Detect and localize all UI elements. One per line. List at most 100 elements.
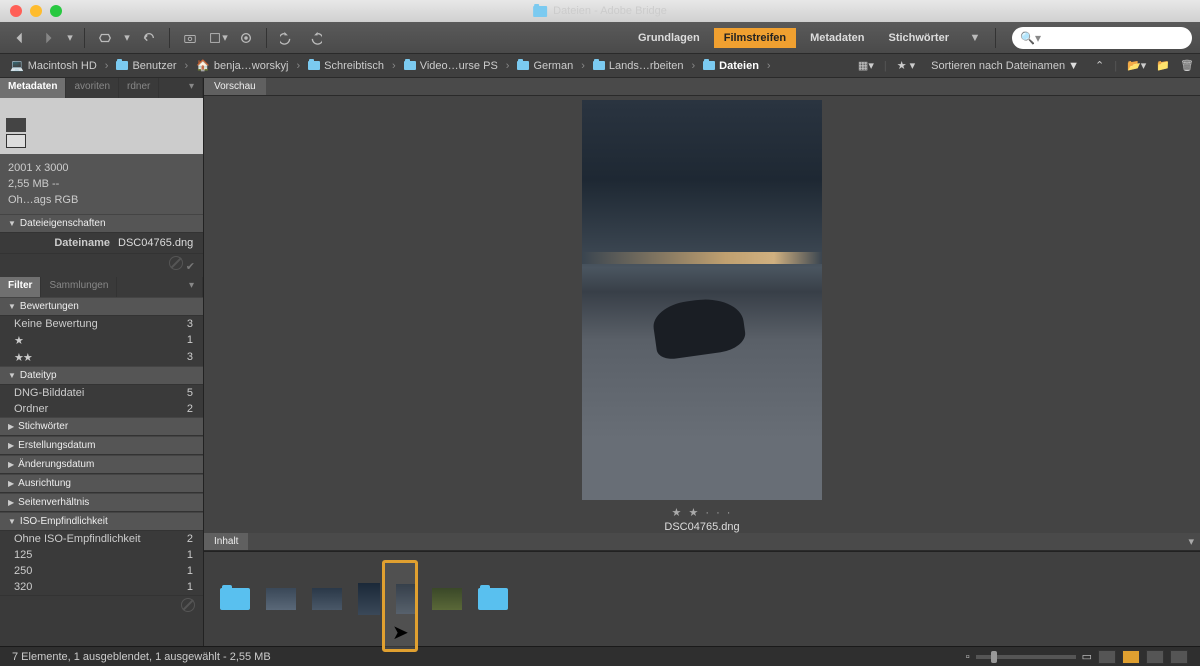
- camera-download-button[interactable]: [178, 27, 202, 49]
- workspace-stichworter[interactable]: Stichwörter: [878, 28, 959, 48]
- path-bar: 💻 Macintosh HD› Benutzer› 🏠 benja…worsky…: [0, 54, 1200, 78]
- content-panel-menu[interactable]: ▾: [1188, 535, 1200, 548]
- open-cr-button[interactable]: [234, 27, 258, 49]
- titlebar: Dateien - Adobe Bridge: [0, 0, 1200, 22]
- open-folder-icon[interactable]: 📂▾: [1127, 59, 1146, 72]
- sort-dropdown[interactable]: Sortieren nach Dateinamen ▼: [925, 58, 1085, 74]
- image-dimensions: 2001 x 3000 2,55 MB -- Oh…ags RGB: [0, 154, 203, 214]
- preview-area[interactable]: ★ ★ · · · DSC04765.dng: [204, 96, 1200, 533]
- zoom-slider[interactable]: [976, 655, 1076, 659]
- preview-filename: DSC04765.dng: [664, 521, 739, 533]
- crumb-users[interactable]: Benutzer: [112, 58, 180, 74]
- filter-iso320[interactable]: 3201: [0, 579, 203, 595]
- workspace-dropdown[interactable]: ▼: [963, 27, 987, 49]
- new-folder-icon[interactable]: 📁: [1156, 59, 1170, 72]
- filter-no-rating[interactable]: Keine Bewertung3: [0, 316, 203, 332]
- sort-asc-icon[interactable]: ⌃: [1095, 59, 1104, 72]
- wb-icon: [6, 134, 26, 148]
- close-window-button[interactable]: [10, 5, 22, 17]
- filter-star1[interactable]: ★1: [0, 332, 203, 349]
- apply-icon[interactable]: ✔: [186, 261, 195, 273]
- rotate-cw-button[interactable]: [303, 27, 327, 49]
- panel-menu[interactable]: ▾: [159, 78, 203, 98]
- view-details-icon[interactable]: [1146, 650, 1164, 664]
- filter-iso[interactable]: ISO-Empfindlichkeit: [0, 512, 203, 531]
- main-toolbar: ▾ ▾ ▾ Grundlagen Filmstreifen Metadaten …: [0, 22, 1200, 54]
- search-icon: 🔍▾: [1020, 31, 1041, 45]
- content-tab[interactable]: Inhalt: [204, 533, 248, 550]
- nav-back-button[interactable]: [8, 27, 32, 49]
- prop-dateiname: Dateiname DSC04765.dng: [0, 233, 203, 253]
- filter-stichworter[interactable]: Stichwörter: [0, 417, 203, 436]
- filter-ausrichtung[interactable]: Ausrichtung: [0, 474, 203, 493]
- crumb-root[interactable]: 💻 Macintosh HD: [6, 57, 101, 74]
- cancel-icon[interactable]: [169, 256, 183, 270]
- filter-star2[interactable]: ★★3: [0, 349, 203, 366]
- recent-dropdown[interactable]: ▾: [121, 27, 133, 49]
- filter-dng[interactable]: DNG-Bilddatei5: [0, 385, 203, 401]
- zoom-out-icon[interactable]: ▫: [966, 651, 970, 663]
- workspace-filmstreifen[interactable]: Filmstreifen: [714, 28, 796, 48]
- crumb-home[interactable]: 🏠 benja…worskyj: [192, 57, 292, 74]
- nav-forward-button[interactable]: [36, 27, 60, 49]
- view-grid-lock-icon[interactable]: [1098, 650, 1116, 664]
- thumb-folder-2[interactable]: [478, 588, 508, 610]
- filmstrip[interactable]: ➤: [204, 552, 1200, 646]
- filter-panel-menu[interactable]: ▾: [117, 277, 203, 297]
- filter-seiten[interactable]: Seitenverhältnis: [0, 493, 203, 512]
- thumb-3[interactable]: [358, 583, 380, 615]
- metering-icon: [6, 118, 26, 132]
- preview-rating[interactable]: ★ ★ · · ·: [672, 506, 733, 519]
- maximize-window-button[interactable]: [50, 5, 62, 17]
- left-sidebar: Metadaten avoriten rdner ▾ ƒ/ 18,01.6 --…: [0, 78, 204, 646]
- thumb-folder-1[interactable]: [220, 588, 250, 610]
- filter-erstell[interactable]: Erstellungsdatum: [0, 436, 203, 455]
- tab-metadaten[interactable]: Metadaten: [0, 78, 66, 98]
- filter-aender[interactable]: Änderungsdatum: [0, 455, 203, 474]
- minimize-window-button[interactable]: [30, 5, 42, 17]
- rotate-ccw-button[interactable]: [275, 27, 299, 49]
- thumb-2[interactable]: [312, 588, 342, 610]
- content-panel: ➤: [204, 551, 1200, 646]
- crumb-7[interactable]: Dateien: [699, 58, 763, 74]
- search-input[interactable]: 🔍▾: [1012, 27, 1192, 49]
- crumb-4[interactable]: Video…urse PS: [400, 58, 502, 74]
- filter-iso250[interactable]: 2501: [0, 563, 203, 579]
- crumb-desktop[interactable]: Schreibtisch: [304, 58, 388, 74]
- filter-iso125[interactable]: 1251: [0, 547, 203, 563]
- folder-icon: [533, 6, 547, 17]
- window-title: Dateien - Adobe Bridge: [533, 5, 667, 17]
- star-filter-icon[interactable]: ★ ▾: [897, 59, 915, 72]
- thumb-5[interactable]: [432, 588, 462, 610]
- zoom-in-icon[interactable]: ▭: [1082, 650, 1092, 663]
- workspace-grundlagen[interactable]: Grundlagen: [628, 28, 710, 48]
- tab-favoriten[interactable]: avoriten: [66, 78, 119, 98]
- filter-ohneiso[interactable]: Ohne ISO-Empfindlichkeit2: [0, 531, 203, 547]
- preview-header: Vorschau: [204, 78, 1200, 96]
- delete-icon[interactable]: 🗑: [1180, 59, 1194, 72]
- preview-tab[interactable]: Vorschau: [204, 78, 266, 95]
- grid-options-icon[interactable]: ▦▾: [858, 59, 874, 72]
- tab-filter[interactable]: Filter: [0, 277, 41, 297]
- crumb-6[interactable]: Lands…rbeiten: [589, 58, 688, 74]
- status-bar: 7 Elemente, 1 ausgeblendet, 1 ausgewählt…: [0, 646, 1200, 666]
- filter-bewertungen[interactable]: Bewertungen: [0, 297, 203, 316]
- tab-ordner[interactable]: rdner: [119, 78, 159, 98]
- section-dateieigenschaften[interactable]: Dateieigenschaften: [0, 214, 203, 233]
- view-list-icon[interactable]: [1170, 650, 1188, 664]
- clear-filter-icon[interactable]: [181, 598, 195, 612]
- selection-highlight: [382, 560, 418, 652]
- crumb-5[interactable]: German: [513, 58, 577, 74]
- reveal-button[interactable]: [93, 27, 117, 49]
- filter-ordner[interactable]: Ordner2: [0, 401, 203, 417]
- tab-sammlungen[interactable]: Sammlungen: [41, 277, 117, 297]
- view-thumbnails-icon[interactable]: [1122, 650, 1140, 664]
- filter-dateityp[interactable]: Dateityp: [0, 366, 203, 385]
- refine-button[interactable]: ▾: [206, 27, 230, 49]
- content-header: Inhalt ▾: [204, 533, 1200, 551]
- nav-dropdown[interactable]: ▾: [64, 27, 76, 49]
- workspace-metadaten[interactable]: Metadaten: [800, 28, 874, 48]
- boomerang-button[interactable]: [137, 27, 161, 49]
- thumb-1[interactable]: [266, 588, 296, 610]
- preview-image[interactable]: [582, 100, 822, 500]
